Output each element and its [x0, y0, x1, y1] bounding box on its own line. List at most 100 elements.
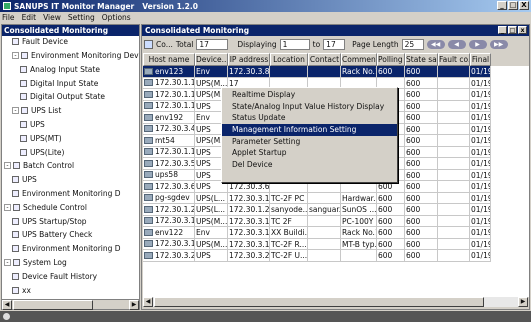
table-row[interactable]: 172.30.3.120UPS(M...172.30.3.120TC 2FPC-…	[143, 215, 529, 227]
tree-item[interactable]: Environment Monitoring D	[12, 244, 121, 253]
table-cell: 172.30.3.122	[228, 227, 270, 239]
table-cell: 172.30.3.201	[228, 250, 270, 262]
host-name: 172.30.1.175	[155, 89, 194, 99]
tree-item[interactable]: Analog Input State	[20, 65, 100, 74]
panel-maximize-button[interactable]: □	[508, 26, 517, 34]
close-button[interactable]: X	[519, 1, 529, 10]
column-header[interactable]: Final	[470, 53, 491, 66]
menu-options[interactable]: Options	[102, 13, 131, 22]
tree-horizontal-scrollbar[interactable]: ◀ ▶	[2, 299, 139, 310]
minimize-button[interactable]: _	[497, 1, 507, 10]
tree-item-label: Digital Output State	[30, 92, 105, 102]
host-cell: 172.30.1.175	[143, 89, 195, 101]
title-bar: SANUPS IT Monitor Manager Version 1.2.0 …	[0, 0, 531, 12]
column-header[interactable]: Polling i...	[377, 53, 405, 66]
host-cell: 172.30.3.126	[143, 238, 195, 250]
context-menu-item[interactable]: State/Analog Input Value History Display	[222, 101, 397, 113]
table-cell	[308, 238, 341, 250]
monitor-icon	[144, 39, 153, 49]
column-header[interactable]: Location	[270, 53, 308, 66]
context-menu-item[interactable]: Del Device	[222, 159, 397, 171]
host-name: 172.30.3.57	[155, 158, 194, 168]
tree-item[interactable]: Device Fault History	[12, 272, 97, 281]
context-menu-item[interactable]: Realtime Display	[222, 89, 397, 101]
tree-item[interactable]: UPS(MT)	[20, 134, 62, 143]
menu-view[interactable]: View	[43, 13, 61, 22]
table-horizontal-scrollbar[interactable]: ◀ ▶	[143, 297, 528, 307]
navigation-tree-panel: Consolidated Monitoring Fault Device - Env…	[1, 24, 140, 310]
first-page-button[interactable]: ◀◀	[426, 39, 445, 49]
tree-item[interactable]: Environment Monitoring D	[12, 189, 121, 198]
collapse-icon[interactable]: -	[4, 258, 11, 266]
collapse-icon[interactable]: -	[4, 203, 11, 211]
next-page-button[interactable]: ▶	[468, 39, 487, 49]
table-row[interactable]: 172.30.1.239UPS(L...172.30.1.239sanyode.…	[143, 204, 529, 216]
tree-item[interactable]: UPS	[12, 175, 37, 184]
column-header[interactable]: Fault co...	[438, 53, 470, 66]
collapse-icon[interactable]: -	[12, 51, 19, 59]
context-menu-item[interactable]: Parameter Setting	[222, 136, 397, 148]
device-icon	[144, 251, 153, 259]
scroll-left-icon[interactable]: ◀	[2, 300, 12, 310]
collapse-icon[interactable]: -	[4, 162, 11, 170]
menu-setting[interactable]: Setting	[68, 13, 95, 22]
tree-item[interactable]: UPS	[20, 120, 45, 129]
column-header[interactable]: Device...	[195, 53, 228, 66]
tree-item[interactable]: - System Log	[4, 258, 67, 267]
prev-page-button[interactable]: ◀	[447, 39, 466, 49]
tree-item[interactable]: UPS Battery Check	[12, 230, 92, 239]
scroll-right-icon[interactable]: ▶	[518, 297, 528, 307]
table-row[interactable]: 172.30.3.201UPS172.30.3.201TC-2F U...600…	[143, 250, 529, 262]
host-name: mt54	[155, 135, 175, 145]
column-header[interactable]: State sa...	[405, 53, 438, 66]
context-menu-item[interactable]: Management Information Setting	[222, 124, 397, 136]
table-cell: 01/19	[470, 169, 491, 181]
to-field[interactable]: 17	[323, 38, 346, 50]
maximize-button[interactable]: □	[508, 1, 518, 10]
table-row[interactable]: 172.30.3.126UPS(M...172.30.3.126TC-2F R.…	[143, 238, 529, 250]
tree-item[interactable]: Digital Output State	[20, 92, 105, 101]
tree-item[interactable]: - Batch Control	[4, 161, 74, 170]
table-row[interactable]: env122 Env172.30.3.122XX Buildi... Rack No…	[143, 227, 529, 239]
panel-close-button[interactable]: x	[518, 26, 527, 34]
tree-item[interactable]: - Environment Monitoring Devi	[12, 51, 139, 60]
table-header: Host name Device... IP address Location Cont…	[143, 53, 529, 66]
tree-item[interactable]: - UPS List	[12, 106, 61, 115]
collapse-icon[interactable]: -	[12, 107, 19, 115]
table-row[interactable]: pg-sgdev UPS(L...172.30.3.113TC-2F PC Hard…	[143, 192, 529, 204]
scroll-right-icon[interactable]: ▶	[129, 300, 139, 310]
scroll-thumb[interactable]	[13, 300, 93, 310]
tree-item[interactable]: xx	[12, 285, 31, 295]
panel-minimize-button[interactable]: _	[498, 26, 507, 34]
column-header[interactable]: Contact	[308, 53, 341, 66]
table-cell: 172.30.3.83	[228, 66, 270, 78]
from-field[interactable]: 1	[279, 38, 310, 50]
context-menu-item[interactable]: Status Update	[222, 112, 397, 124]
column-header[interactable]: Comment	[341, 53, 377, 66]
column-header[interactable]: IP address	[228, 53, 270, 66]
table-cell: UPS(M...	[195, 238, 228, 250]
tree-item[interactable]: Fault Device	[12, 37, 68, 46]
tree-node-icon	[20, 79, 27, 87]
tree-node-icon	[20, 148, 27, 156]
tree-item[interactable]: Digital Input State	[20, 78, 98, 88]
tree-item[interactable]: UPS(Lite)	[20, 147, 64, 157]
window-controls: _ □ X	[497, 1, 529, 10]
column-header[interactable]: Host name	[143, 53, 195, 66]
table-cell: 600	[405, 89, 438, 101]
table-row[interactable]: env123Env172.30.3.83Rack No.1...60060001…	[143, 66, 529, 78]
menu-file[interactable]: File	[2, 13, 15, 22]
scroll-left-icon[interactable]: ◀	[143, 297, 153, 307]
page-length-select[interactable]: 25	[401, 38, 424, 50]
menu-edit[interactable]: Edit	[22, 13, 37, 22]
tree-root-selected[interactable]: Consolidated Monitoring	[2, 25, 139, 36]
table-cell	[438, 112, 470, 124]
table-cell	[438, 100, 470, 112]
table-cell: 600	[377, 227, 405, 239]
table-cell: 600	[377, 204, 405, 216]
tree-item[interactable]: UPS Startup/Stop	[12, 216, 87, 226]
scroll-thumb[interactable]	[154, 297, 484, 307]
last-page-button[interactable]: ▶▶	[489, 39, 508, 49]
context-menu-item[interactable]: Applet Startup	[222, 147, 397, 159]
tree-item[interactable]: - Schedule Control	[4, 203, 87, 212]
